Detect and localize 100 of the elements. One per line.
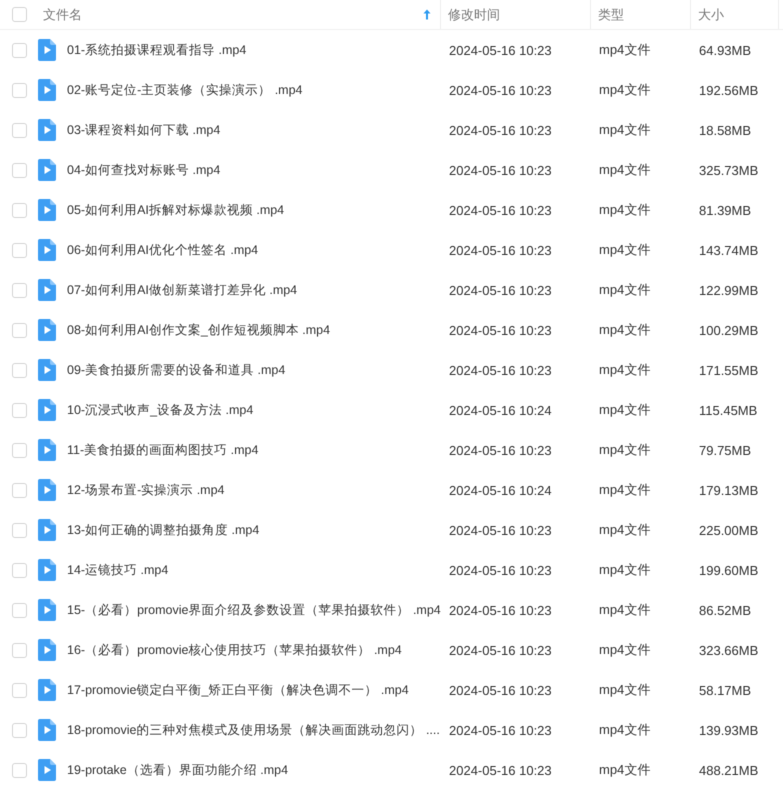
file-type: mp4文件: [599, 562, 650, 577]
row-checkbox[interactable]: [12, 202, 26, 218]
file-size: 79.75MB: [699, 442, 752, 458]
video-file-icon: [38, 519, 56, 541]
file-name[interactable]: 07-如何利用AI做创新菜谱打差异化 .mp4: [67, 282, 298, 298]
row-checkbox[interactable]: [12, 602, 26, 618]
row-checkbox[interactable]: [12, 442, 26, 458]
modified-time: 2024-05-16 10:24: [449, 402, 552, 418]
video-file-icon: [38, 39, 56, 61]
video-file-icon: [38, 719, 56, 741]
file-name[interactable]: 18-promovie的三种对焦模式及使用场景（解决画面跳动忽闪） ....: [67, 722, 440, 738]
file-size: 139.93MB: [699, 722, 758, 738]
video-file-icon: [38, 599, 56, 621]
file-type: mp4文件: [599, 362, 650, 377]
sort-ascending-icon[interactable]: [423, 9, 431, 20]
video-file-icon: [38, 439, 56, 461]
row-checkbox[interactable]: [12, 282, 26, 298]
modified-time: 2024-05-16 10:23: [449, 122, 552, 138]
file-name[interactable]: 19-protake（选看）界面功能介绍 .mp4: [67, 762, 288, 778]
file-size: 122.99MB: [699, 282, 758, 298]
file-name[interactable]: 14-运镜技巧 .mp4: [67, 562, 168, 578]
column-header[interactable]: 文件名: [43, 6, 82, 24]
modified-time: 2024-05-16 10:23: [449, 642, 552, 658]
video-file-icon: [38, 559, 56, 581]
file-name[interactable]: 03-课程资料如何下载 .mp4: [67, 122, 220, 138]
row-checkbox[interactable]: [12, 762, 26, 778]
file-name[interactable]: 13-如何正确的调整拍摄角度 .mp4: [67, 522, 260, 538]
video-file-icon: [38, 759, 56, 781]
file-name[interactable]: 05-如何利用AI拆解对标爆款视频 .mp4: [67, 202, 284, 218]
file-type: mp4文件: [599, 482, 650, 497]
file-type: mp4文件: [599, 522, 650, 537]
modified-time: 2024-05-16 10:23: [449, 42, 552, 58]
file-size: 488.21MB: [699, 762, 758, 778]
modified-time: 2024-05-16 10:23: [449, 522, 552, 538]
file-name[interactable]: 10-沉浸式收声_设备及方法 .mp4: [67, 402, 254, 418]
file-size: 323.66MB: [699, 642, 758, 658]
file-name[interactable]: 15-（必看）promovie界面介绍及参数设置（苹果拍摄软件） .mp4: [67, 602, 441, 618]
file-name[interactable]: 11-美食拍摄的画面构图技巧 .mp4: [67, 442, 258, 458]
file-size: 143.74MB: [699, 242, 758, 258]
file-name[interactable]: 08-如何利用AI创作文案_创作短视频脚本 .mp4: [67, 322, 330, 338]
row-checkbox[interactable]: [12, 522, 26, 538]
video-file-icon: [38, 79, 56, 101]
file-type: mp4文件: [599, 282, 650, 297]
row-checkbox[interactable]: [12, 682, 26, 698]
row-checkbox[interactable]: [12, 562, 26, 578]
video-file-icon: [38, 399, 56, 421]
row-checkbox[interactable]: [12, 482, 26, 498]
file-name[interactable]: 02-账号定位-主页装修（实操演示） .mp4: [67, 82, 302, 98]
video-file-icon: [38, 639, 56, 661]
modified-time: 2024-05-16 10:23: [449, 82, 552, 98]
file-type: mp4文件: [599, 682, 650, 697]
file-size: 18.58MB: [699, 122, 752, 138]
file-type: mp4文件: [599, 602, 650, 617]
row-checkbox[interactable]: [12, 402, 26, 418]
modified-time: 2024-05-16 10:23: [449, 562, 552, 578]
row-checkbox[interactable]: [12, 82, 26, 98]
row-checkbox[interactable]: [12, 162, 26, 178]
modified-time: 2024-05-16 10:24: [449, 482, 552, 498]
file-size: 225.00MB: [699, 522, 758, 538]
file-type: mp4文件: [599, 122, 650, 137]
file-type: mp4文件: [599, 762, 650, 777]
file-type: mp4文件: [599, 42, 650, 57]
modified-time: 2024-05-16 10:23: [449, 242, 552, 258]
video-file-icon: [38, 159, 56, 181]
modified-time: 2024-05-16 10:23: [449, 442, 552, 458]
video-file-icon: [38, 359, 56, 381]
file-name[interactable]: 17-promovie锁定白平衡_矫正白平衡（解决色调不一） .mp4: [67, 682, 409, 698]
column-header[interactable]: 类型: [598, 6, 624, 24]
video-file-icon: [38, 319, 56, 341]
file-name[interactable]: 04-如何查找对标账号 .mp4: [67, 162, 220, 178]
column-header[interactable]: 修改时间: [448, 6, 500, 24]
file-type: mp4文件: [599, 722, 650, 737]
file-type: mp4文件: [599, 402, 650, 417]
row-checkbox[interactable]: [12, 122, 26, 138]
file-type: mp4文件: [599, 642, 650, 657]
file-name[interactable]: 16-（必看）promovie核心使用技巧（苹果拍摄软件） .mp4: [67, 642, 402, 658]
file-size: 58.17MB: [699, 682, 752, 698]
file-size: 192.56MB: [699, 82, 758, 98]
file-name[interactable]: 01-系统拍摄课程观看指导 .mp4: [67, 42, 246, 58]
row-checkbox[interactable]: [12, 242, 26, 258]
file-name[interactable]: 12-场景布置-实操演示 .mp4: [67, 482, 224, 498]
column-header[interactable]: 大小: [698, 6, 724, 24]
file-name[interactable]: 09-美食拍摄所需要的设备和道具 .mp4: [67, 362, 286, 378]
row-checkbox[interactable]: [12, 722, 26, 738]
file-size: 179.13MB: [699, 482, 758, 498]
row-checkbox[interactable]: [12, 42, 26, 58]
row-checkbox[interactable]: [12, 322, 26, 338]
video-file-icon: [38, 279, 56, 301]
row-checkbox[interactable]: [12, 642, 26, 658]
modified-time: 2024-05-16 10:23: [449, 202, 552, 218]
file-type: mp4文件: [599, 162, 650, 177]
modified-time: 2024-05-16 10:23: [449, 762, 552, 778]
modified-time: 2024-05-16 10:23: [449, 682, 552, 698]
file-name[interactable]: 06-如何利用AI优化个性签名 .mp4: [67, 242, 258, 258]
modified-time: 2024-05-16 10:23: [449, 362, 552, 378]
select-all-checkbox[interactable]: [12, 7, 26, 22]
row-checkbox[interactable]: [12, 362, 26, 378]
file-size: 81.39MB: [699, 202, 752, 218]
file-type: mp4文件: [599, 202, 650, 217]
file-size: 86.52MB: [699, 602, 752, 618]
